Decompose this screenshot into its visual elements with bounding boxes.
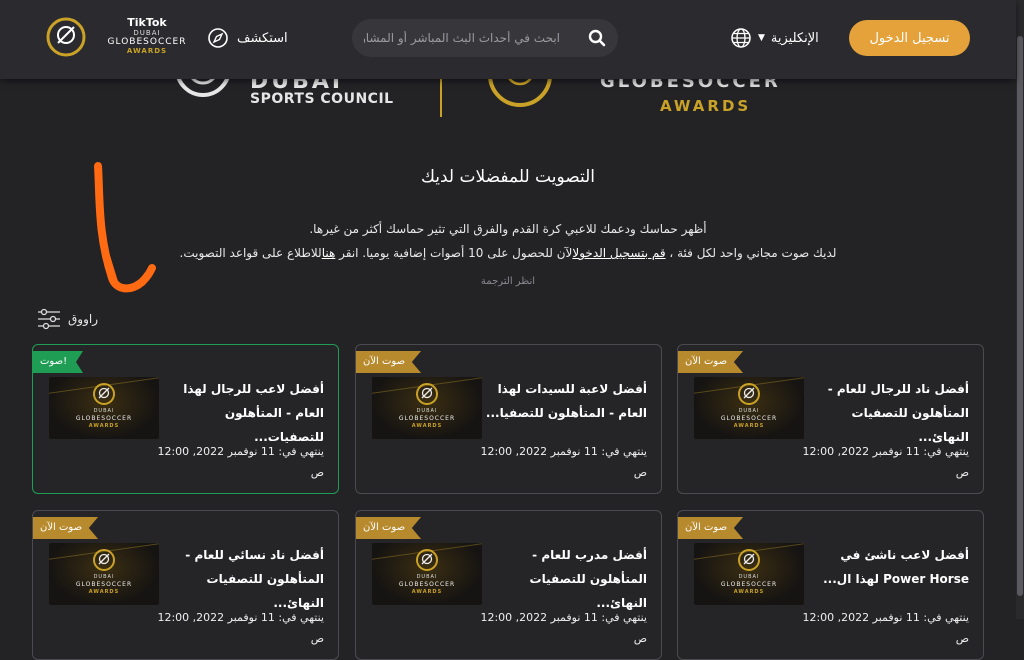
end-date: ينتهي في: 11 نوفمبر 2022, 12:00 ص [802, 445, 969, 479]
thumb-dubai-text: DUBAI [416, 408, 438, 414]
thumb-globe-text: GLOBESOCCER [720, 581, 778, 588]
category-title: أفضل ناد للرجال للعام - المتأهلون للتصفي… [827, 382, 969, 444]
filters-label: راووق [68, 312, 99, 326]
logo-dubai-text: DUBAI [133, 29, 161, 37]
search-bar[interactable] [352, 19, 618, 57]
compass-icon [208, 28, 228, 48]
thumb-awards-text: AWARDS [411, 423, 443, 429]
caret-down-icon: ▼ [758, 33, 765, 43]
thumb-globe-text: GLOBESOCCER [398, 581, 456, 588]
category-thumbnail: DUBAI GLOBESOCCER AWARDS [372, 543, 482, 605]
category-thumbnail: DUBAI GLOBESOCCER AWARDS [694, 543, 804, 605]
thumb-awards-text: AWARDS [88, 589, 120, 595]
globe-soccer-thumb-icon [738, 549, 760, 571]
dubai-sports-council-logo [176, 79, 230, 97]
tiktok-awards-logo[interactable]: TikTok DUBAI GLOBESOCCER AWARDS [92, 17, 202, 61]
category-thumbnail: DUBAI GLOBESOCCER AWARDS [372, 377, 482, 439]
top-header: TikTok DUBAI GLOBESOCCER AWARDS استكشف ا… [0, 0, 1016, 79]
filters-button[interactable]: راووق [36, 308, 98, 330]
category-card[interactable]: صوت الآن DUBAI GLOBESOCCER AWARDS أفضل مدرب … [355, 510, 662, 660]
globe-soccer-thumb-icon [416, 549, 438, 571]
tiktok-label: TikTok [127, 16, 167, 29]
thumb-awards-text: AWARDS [733, 589, 765, 595]
thumb-dubai-text: DUBAI [738, 408, 760, 414]
logo-awards-text: AWARDS [126, 47, 168, 55]
end-date: ينتهي في: 11 نوفمبر 2022, 12:00 ص [480, 611, 647, 645]
thumb-dubai-text: DUBAI [93, 408, 115, 414]
thumb-dubai-text: DUBAI [93, 574, 115, 580]
category-thumbnail: DUBAI GLOBESOCCER AWARDS [49, 543, 159, 605]
thumb-globe-text: GLOBESOCCER [75, 415, 133, 422]
banner-globe-text: GLOBESOCCER [600, 79, 781, 92]
page-scrollbar[interactable] [1016, 0, 1024, 619]
rules-text-b: الآن للحصول على 10 أصوات إضافية يوميا. ا… [335, 246, 573, 260]
vote-badge: صوت الآن [33, 517, 99, 539]
thumb-globe-text: GLOBESOCCER [398, 415, 456, 422]
explore-label: استكشف [237, 30, 288, 46]
logo-globe-text: GLOBESOCCER [107, 37, 187, 47]
vote-badge: صوت الآن [678, 351, 744, 373]
category-card[interactable]: صوت الآن DUBAI GLOBESOCCER AWARDS أفضل ناد ل… [677, 344, 984, 494]
category-title: أفضل ناد نسائي للعام - المتأهلون للتصفيا… [185, 548, 324, 610]
thumb-dubai-text: DUBAI [738, 574, 760, 580]
banner-sports-council-text: SPORTS COUNCIL [250, 91, 394, 107]
rules-text-c: للاطلاع على قواعد التصويت. [179, 246, 322, 260]
filter-sliders-icon [38, 308, 60, 330]
thumb-awards-text: AWARDS [411, 589, 443, 595]
annotation-arrow [94, 162, 156, 293]
rules-text-a: لديك صوت مجاني واحد لكل فئة ، [665, 246, 837, 260]
explore-link[interactable]: استكشف [207, 24, 288, 52]
login-link[interactable]: قم بتسجيل الدخول [572, 246, 665, 260]
search-input[interactable] [352, 31, 572, 45]
end-date: ينتهي في: 11 نوفمبر 2022, 12:00 ص [802, 611, 969, 645]
globe-soccer-logo[interactable] [45, 16, 87, 58]
category-card[interactable]: صوت الآن DUBAI GLOBESOCCER AWARDS أفضل ناد ن… [32, 510, 339, 660]
vote-badge: صوت الآن [678, 517, 744, 539]
language-label: الإنكليزية [770, 30, 819, 46]
category-title: أفضل مدرب للعام - المتأهلون للتصفيات الن… [529, 548, 647, 610]
thumb-awards-text: AWARDS [733, 423, 765, 429]
thumb-globe-text: GLOBESOCCER [75, 581, 133, 588]
category-title: أفضل لاعب ناشئ في Power Horse لهذا ال... [823, 548, 969, 586]
search-icon[interactable] [588, 29, 606, 47]
category-thumbnail: DUBAI GLOBESOCCER AWARDS [49, 377, 159, 439]
scrollbar-thumb[interactable] [1017, 36, 1023, 596]
end-date: ينتهي في: 11 نوفمبر 2022, 12:00 ص [157, 445, 324, 479]
globe-soccer-thumb-icon [738, 383, 760, 405]
globe-soccer-thumb-icon [93, 383, 115, 405]
category-card[interactable]: صوت! DUBAI GLOBESOCCER AWARDS أفضل لاعب للرج… [32, 344, 339, 494]
end-date: ينتهي في: 11 نوفمبر 2022, 12:00 ص [157, 611, 324, 645]
globe-icon [731, 28, 751, 48]
language-selector[interactable]: الإنكليزية ▼ [730, 26, 819, 50]
sponsor-banner: DUBAI SPORTS COUNCIL GLOBESOCCER AWARDS [0, 79, 1016, 119]
category-title: أفضل لاعب للرجال لهذا العام - المتأهلون … [183, 382, 324, 444]
category-title: أفضل لاعبة للسيدات لهذا العام - المتأهلو… [485, 382, 647, 420]
thumb-dubai-text: DUBAI [416, 574, 438, 580]
globe-soccer-thumb-icon [93, 549, 115, 571]
vote-badge: صوت الآن [356, 517, 422, 539]
rules-link[interactable]: هنا [322, 246, 336, 260]
banner-awards-text: AWARDS [660, 97, 752, 115]
category-thumbnail: DUBAI GLOBESOCCER AWARDS [694, 377, 804, 439]
end-date: ينتهي في: 11 نوفمبر 2022, 12:00 ص [480, 445, 647, 479]
globe-soccer-banner-logo [488, 79, 552, 107]
globe-soccer-thumb-icon [416, 383, 438, 405]
thumb-globe-text: GLOBESOCCER [720, 415, 778, 422]
vote-badge: صوت الآن [356, 351, 422, 373]
category-card[interactable]: صوت الآن DUBAI GLOBESOCCER AWARDS أفضل لاعبة… [355, 344, 662, 494]
vote-badge: صوت! [33, 351, 84, 373]
login-button[interactable]: تسجيل الدخول [849, 20, 970, 56]
category-card[interactable]: صوت الآن DUBAI GLOBESOCCER AWARDS أفضل لاعب … [677, 510, 984, 660]
banner-divider [440, 79, 442, 117]
thumb-awards-text: AWARDS [88, 423, 120, 429]
